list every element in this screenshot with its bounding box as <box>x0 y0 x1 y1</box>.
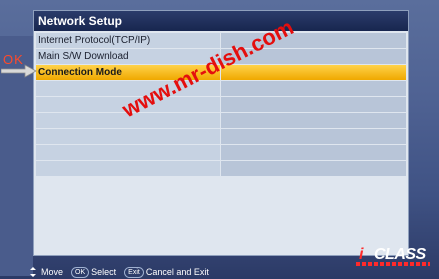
pointer-arrow-icon <box>1 64 37 78</box>
menu-item-empty <box>36 145 406 160</box>
window-title: Network Setup <box>34 11 408 31</box>
menu-item-label <box>36 129 220 144</box>
navigate-arrows-icon <box>30 267 36 277</box>
menu-item-value <box>220 145 406 160</box>
menu-item-empty <box>36 81 406 96</box>
menu-item-internet-protocol[interactable]: Internet Protocol(TCP/IP) <box>36 33 406 48</box>
menu-item-empty <box>36 129 406 144</box>
footer-exit: Exit Cancel and Exit <box>122 266 209 278</box>
menu-item-value <box>220 129 406 144</box>
menu-item-value <box>220 113 406 128</box>
footer-move-label: Move <box>41 267 64 277</box>
footer-select: OK Select <box>69 266 117 278</box>
footer-select-label: Select <box>91 267 117 277</box>
footer-move: Move <box>28 267 63 277</box>
menu-item-value <box>220 65 406 80</box>
footer-exit-label: Cancel and Exit <box>145 267 209 277</box>
footer-help: Move OK Select Exit Cancel and Exit <box>28 266 215 278</box>
iclass-logo: i CLASS <box>356 246 436 268</box>
ok-key-icon: OK <box>71 266 90 278</box>
menu-item-empty <box>36 161 406 176</box>
exit-key-icon: Exit <box>124 266 144 278</box>
menu-item-value <box>220 97 406 112</box>
menu-item-empty <box>36 113 406 128</box>
menu-item-label: Internet Protocol(TCP/IP) <box>36 33 220 48</box>
menu-item-empty <box>36 97 406 112</box>
menu-item-label <box>36 161 220 176</box>
logo-stripe <box>356 262 430 266</box>
menu-item-value <box>220 161 406 176</box>
menu-item-label <box>36 145 220 160</box>
menu-item-value <box>220 81 406 96</box>
